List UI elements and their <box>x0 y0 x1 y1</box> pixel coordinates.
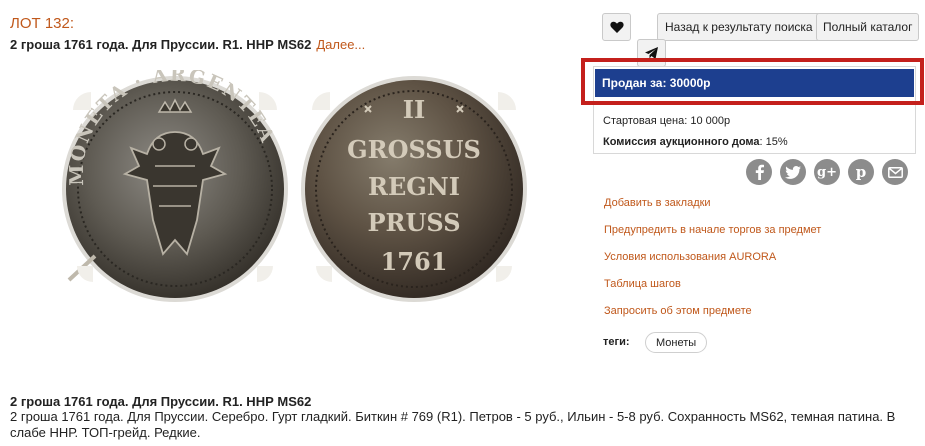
add-bookmark-link[interactable]: Добавить в закладки <box>604 197 711 209</box>
full-catalog-button[interactable]: Полный каталог <box>816 13 920 41</box>
share-facebook-button[interactable] <box>746 159 772 185</box>
obverse-coin: MONETA · ARGENTEA <box>62 70 288 302</box>
tag-coins[interactable]: Монеты <box>645 332 708 353</box>
lot-number: ЛОТ 132: <box>10 15 75 32</box>
heart-icon <box>609 21 624 33</box>
facebook-icon <box>755 164 764 180</box>
commission-label: Комиссия аукционного дома <box>603 136 760 148</box>
terms-link[interactable]: Условия использования AURORA <box>604 251 776 263</box>
share-google-plus-button[interactable]: g+ <box>814 159 840 185</box>
twitter-icon <box>785 165 801 179</box>
share-pinterest-button[interactable]: p <box>848 159 874 185</box>
reverse-line-2: GROSSUS <box>347 135 481 164</box>
reverse-line-3: REGNI <box>368 172 460 201</box>
reverse-coin: II GROSSUS REGNI PRUSS 1761 <box>301 76 527 302</box>
lot-title: 2 гроша 1761 года. Для Пруссии. R1. ННР … <box>10 37 365 52</box>
coin-photo[interactable]: MONETA · ARGENTEA II GROSSUS REGNI PRUSS… <box>55 70 535 308</box>
commission: Комиссия аукционного дома: 15% <box>603 136 788 148</box>
reverse-line-4: PRUSS <box>367 208 460 237</box>
description-title: 2 гроша 1761 года. Для Пруссии. R1. ННР … <box>10 394 312 409</box>
share-mail-button[interactable] <box>882 159 908 185</box>
notify-bidding-link[interactable]: Предупредить в начале торгов за предмет <box>604 224 821 236</box>
inquire-item-link[interactable]: Запросить об этом предмете <box>604 305 752 317</box>
favorite-button[interactable] <box>602 13 631 41</box>
back-to-results-button[interactable]: Назад к результату поиска <box>657 13 821 41</box>
sold-price-highlight <box>581 58 924 105</box>
tags-label: теги: <box>603 336 630 348</box>
pinterest-icon: p <box>855 163 867 181</box>
google-plus-icon: g+ <box>817 164 837 180</box>
more-link[interactable]: Далее... <box>316 37 365 52</box>
reverse-line-5: 1761 <box>381 247 448 276</box>
description-text: 2 гроша 1761 года. Для Пруссии. Серебро.… <box>10 409 896 440</box>
start-price: Стартовая цена: 10 000р <box>603 115 731 127</box>
commission-value: : 15% <box>759 136 788 148</box>
mail-icon <box>887 166 903 178</box>
reverse-line-1: II <box>403 95 425 124</box>
lot-title-text: 2 гроша 1761 года. Для Пруссии. R1. ННР … <box>10 37 312 52</box>
bid-steps-link[interactable]: Таблица шагов <box>604 278 681 290</box>
share-twitter-button[interactable] <box>780 159 806 185</box>
